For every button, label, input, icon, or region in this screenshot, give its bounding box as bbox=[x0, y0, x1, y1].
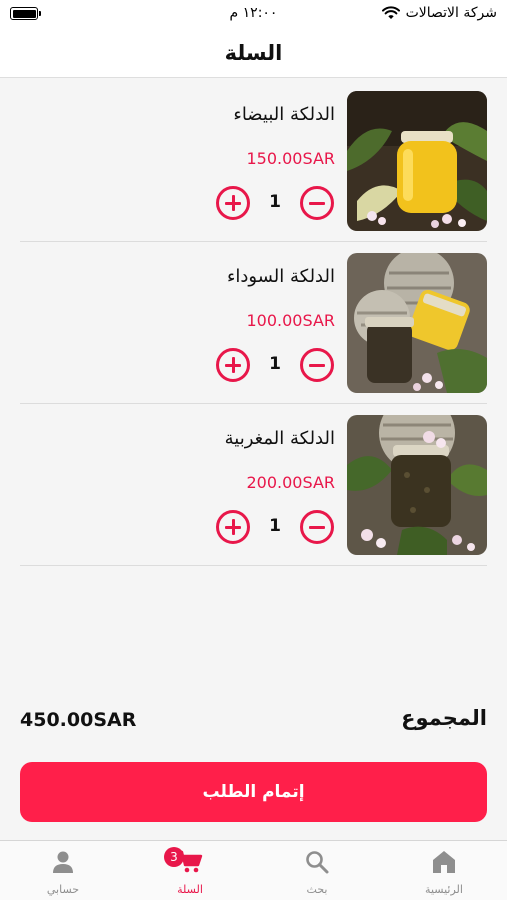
tab-label: الرئيسية bbox=[425, 883, 463, 896]
tab-label: حسابي bbox=[46, 883, 80, 896]
increase-quantity-button[interactable] bbox=[216, 186, 250, 220]
quantity-value: 1 bbox=[269, 516, 281, 536]
person-icon bbox=[50, 849, 76, 875]
product-name: الدلكة البيضاء bbox=[233, 104, 335, 125]
cart-item: الدلكة البيضاء 150.00SAR 1 bbox=[20, 80, 487, 242]
total-row: 450.00SAR المجموع bbox=[20, 706, 487, 736]
quantity-value: 1 bbox=[269, 354, 281, 374]
tab-account[interactable]: حسابي bbox=[0, 841, 126, 900]
decrease-quantity-button[interactable] bbox=[300, 186, 334, 220]
product-image[interactable] bbox=[347, 91, 487, 231]
quantity-stepper: 1 bbox=[216, 348, 334, 382]
tab-label: بحث bbox=[306, 883, 328, 896]
tab-cart[interactable]: 3 السلة bbox=[127, 841, 253, 900]
cart-item: الدلكة السوداء 100.00SAR 1 bbox=[20, 242, 487, 404]
tab-label: السلة bbox=[177, 883, 203, 896]
product-image[interactable] bbox=[347, 253, 487, 393]
quantity-stepper: 1 bbox=[216, 186, 334, 220]
status-bar: شركة الاتصالات ١٢:٠٠ م bbox=[0, 0, 507, 28]
yellow-dalka-jar-image bbox=[347, 91, 487, 231]
product-name: الدلكة السوداء bbox=[226, 266, 335, 287]
black-dalka-jars-image bbox=[347, 253, 487, 393]
cart-item: الدلكة المغربية 200.00SAR 1 bbox=[20, 404, 487, 566]
cart-list: الدلكة البيضاء 150.00SAR 1 الدلكة السودا… bbox=[20, 80, 487, 566]
decrease-quantity-button[interactable] bbox=[300, 348, 334, 382]
product-name: الدلكة المغربية bbox=[224, 428, 335, 449]
page-title: السلة bbox=[224, 40, 283, 65]
product-image[interactable] bbox=[347, 415, 487, 555]
home-icon bbox=[431, 849, 457, 875]
increase-quantity-button[interactable] bbox=[216, 510, 250, 544]
increase-quantity-button[interactable] bbox=[216, 348, 250, 382]
battery-icon bbox=[10, 7, 41, 20]
header: السلة bbox=[0, 28, 507, 78]
moroccan-dalka-jar-image bbox=[347, 415, 487, 555]
search-icon bbox=[304, 849, 330, 875]
cart-count-badge: 3 bbox=[164, 847, 184, 867]
tab-search[interactable]: بحث bbox=[254, 841, 380, 900]
product-price: 100.00SAR bbox=[246, 311, 336, 330]
quantity-value: 1 bbox=[269, 192, 281, 212]
decrease-quantity-button[interactable] bbox=[300, 510, 334, 544]
product-price: 150.00SAR bbox=[246, 149, 336, 168]
tab-bar: حسابي 3 السلة بحث الرئيسية bbox=[0, 840, 507, 900]
status-time: ١٢:٠٠ م bbox=[229, 5, 278, 21]
quantity-stepper: 1 bbox=[216, 510, 334, 544]
product-price: 200.00SAR bbox=[246, 473, 336, 492]
total-value: 450.00SAR bbox=[20, 709, 137, 731]
tab-home[interactable]: الرئيسية bbox=[381, 841, 507, 900]
total-label: المجموع bbox=[401, 706, 487, 730]
checkout-button[interactable]: إتمام الطلب bbox=[20, 762, 487, 822]
